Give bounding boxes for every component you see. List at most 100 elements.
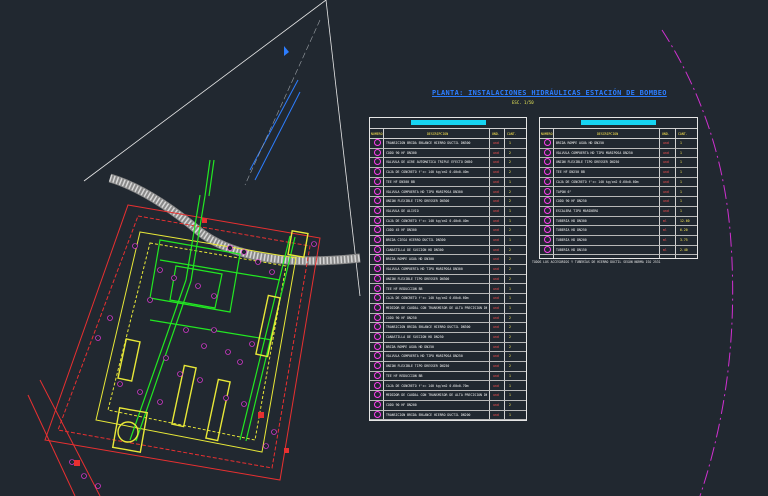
drawing-title: PLANTA: INSTALACIONES HIDRÁULICAS ESTACI… xyxy=(432,89,667,97)
item-quantity: 1 xyxy=(509,179,511,184)
item-description: VÁLVULA COMPUERTA HD TIPO MARIPOSA DN300 xyxy=(386,267,463,272)
item-description: ESCALERA TIPO MARINERO xyxy=(556,208,599,213)
pump-units xyxy=(111,229,309,453)
item-description: BRIDA ROMPE AGUA HD DN250 xyxy=(556,141,604,145)
item-quantity: 2 xyxy=(509,170,511,175)
item-quantity: 1 xyxy=(680,199,682,204)
item-quantity: 2 xyxy=(509,257,511,262)
item-number-marker xyxy=(544,139,551,146)
item-number-marker xyxy=(374,216,381,224)
item-unit: und xyxy=(493,286,499,291)
item-description: CODO 90 HF DN250 xyxy=(556,199,587,204)
item-number-marker xyxy=(374,371,381,379)
item-quantity: 2 xyxy=(509,247,511,252)
item-quantity: 2 xyxy=(509,150,511,155)
site-boundary xyxy=(83,0,361,297)
item-unit: und xyxy=(493,199,499,204)
item-number-marker xyxy=(374,265,381,273)
general-note: TODOS LOS ACCESORIOS Y TUBERÍAS DE HIERR… xyxy=(532,260,661,264)
item-quantity: 1 xyxy=(509,305,511,310)
item-number-marker xyxy=(544,236,551,243)
item-quantity: 2 xyxy=(509,228,511,233)
north-marker-icon xyxy=(284,46,289,56)
item-quantity: 1 xyxy=(509,218,511,223)
item-description: MEDIDOR DE CAUDAL CON TRANSMISOR DE ALTA… xyxy=(386,305,487,310)
item-description: BRIDA ROMPE AGUA HD DN300 xyxy=(386,257,434,262)
item-number-marker xyxy=(374,148,381,156)
item-number-marker xyxy=(374,352,381,360)
item-number-marker xyxy=(544,206,551,214)
item-description: TEE HF DN250 BB xyxy=(556,170,585,175)
item-unit: und xyxy=(493,383,499,388)
item-number-marker xyxy=(374,274,381,282)
item-quantity: 1 xyxy=(680,141,682,145)
item-unit: ml xyxy=(663,247,667,252)
item-description: CANASTILLA DE SUCCIÓN HD DN250 xyxy=(386,335,444,339)
item-description: CAJA DE CONCRETO f'c= 140 kg/cm2 0.60x0.… xyxy=(556,179,639,184)
item-unit: und xyxy=(493,276,499,281)
item-description: CODO 90 HF DN300 xyxy=(386,150,417,155)
item-unit: und xyxy=(493,373,499,378)
item-quantity: 1 xyxy=(509,286,511,291)
item-description: CAJA DE CONCRETO f'c= 140 kg/cm2 0.40x0.… xyxy=(386,218,469,223)
item-quantity: 1 xyxy=(509,141,511,145)
item-number-marker xyxy=(374,313,381,321)
item-description: TUBERÍA HD DN200 xyxy=(556,238,587,242)
accessories-table-left: NÚMERO DESCRIPCIÓN UND. CANT. TRANSICIÓN BRI… xyxy=(369,117,527,421)
item-unit: und xyxy=(493,364,499,369)
axis-centerline xyxy=(244,19,321,186)
item-unit: und xyxy=(663,208,669,213)
item-number-marker xyxy=(374,381,381,389)
table-header-cell: DESCRIPCIÓN xyxy=(427,131,449,136)
item-number-marker xyxy=(374,323,381,331)
item-unit: und xyxy=(493,257,499,262)
item-quantity: 2 xyxy=(509,344,511,349)
item-quantity: 1 xyxy=(680,170,682,175)
item-number-marker xyxy=(374,226,381,234)
item-quantity: 2 xyxy=(509,189,511,194)
item-quantity: 1 xyxy=(509,373,511,378)
item-description: UNIÓN FLEXIBLE TIPO DRESSER DN300 xyxy=(386,276,450,281)
item-unit: und xyxy=(663,160,669,165)
item-description: TUBERÍA HD DN150 xyxy=(556,247,587,252)
item-quantity: 2 xyxy=(509,267,511,272)
item-quantity: 1 xyxy=(680,189,682,194)
item-description: UNIÓN FLEXIBLE TIPO DRESSER DN250 xyxy=(556,160,620,165)
item-number-marker xyxy=(374,206,381,214)
item-number-marker xyxy=(374,303,381,311)
item-unit: ml xyxy=(663,218,667,223)
item-quantity: 1 xyxy=(509,393,511,398)
item-description: VÁLVULA COMPUERTA HD TIPO MARIPOSA DN250 xyxy=(386,354,463,359)
item-quantity: 2 xyxy=(509,354,511,359)
item-number-marker xyxy=(544,168,551,176)
item-unit: und xyxy=(493,189,499,194)
item-unit: und xyxy=(663,170,669,175)
item-number-marker xyxy=(374,410,381,418)
item-description: VALVULA DE AIRE AUTOMÁTICA TRIPLE EFECTO… xyxy=(386,160,473,165)
item-quantity: 12.60 xyxy=(680,218,690,223)
item-number-marker xyxy=(374,333,381,340)
item-quantity: 1 xyxy=(509,208,511,213)
item-unit: und xyxy=(493,179,499,184)
item-quantity: 1 xyxy=(680,208,682,213)
item-description: VÁLVULA DE ALIVIO xyxy=(386,208,419,213)
item-description: VÁLVULA COMPUERTA HD TIPO MARIPOSA DN250 xyxy=(556,150,633,155)
item-number-marker xyxy=(544,148,551,156)
item-unit: und xyxy=(493,354,499,359)
item-quantity: 2 xyxy=(509,315,511,320)
item-description: CODO 45 HF DN300 xyxy=(386,228,417,233)
item-description: BRIDA ROMPE AGUA HD DN250 xyxy=(386,344,434,349)
item-description: VÁLVULA COMPUERTA HD TIPO MARIPOSA DN300 xyxy=(386,189,463,194)
item-unit: und xyxy=(493,402,499,407)
item-description: CAJA DE CONCRETO f'c= 140 kg/cm2 0.60x0.… xyxy=(386,383,469,388)
item-number-marker xyxy=(374,284,381,292)
item-number-marker xyxy=(374,255,381,263)
item-description: CODO 90 HF DN200 xyxy=(386,402,417,407)
item-number-marker xyxy=(374,245,381,253)
item-quantity: 2 xyxy=(509,325,511,330)
item-number-marker xyxy=(544,197,551,205)
item-number-marker xyxy=(374,236,381,243)
item-description: TRANSICIÓN BRIDA ENLANCE HIERRO DÚCTIL D… xyxy=(386,141,471,145)
table-caption-bar xyxy=(411,120,486,125)
item-description: MEDIDOR DE CAUDAL CON TRANSMISOR DE ALTA… xyxy=(386,393,487,398)
